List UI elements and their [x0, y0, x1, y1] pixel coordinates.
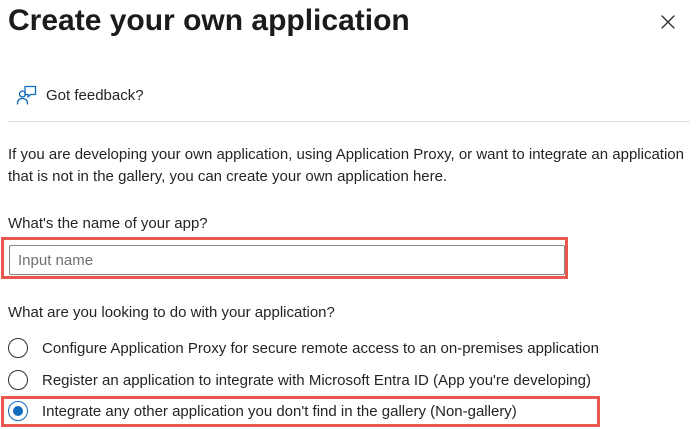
radio-label: Configure Application Proxy for secure r…: [42, 339, 599, 357]
intro-text: If you are developing your own applicati…: [8, 146, 684, 185]
feedback-link[interactable]: Got feedback?: [16, 84, 144, 106]
close-button[interactable]: [656, 10, 680, 34]
feedback-label: Got feedback?: [46, 86, 144, 104]
radio-button-selected[interactable]: [8, 401, 28, 421]
radio-dot: [12, 405, 23, 416]
app-name-input[interactable]: [9, 245, 565, 275]
feedback-person-icon: [16, 85, 37, 105]
divider: [8, 121, 690, 122]
radio-label: Register an application to integrate wit…: [42, 371, 591, 389]
create-app-dialog: Create your own application Got feedback…: [0, 0, 696, 430]
page-title: Create your own application: [8, 4, 410, 37]
radio-option-register-app[interactable]: Register an application to integrate wit…: [8, 368, 591, 392]
radio-button[interactable]: [8, 370, 28, 390]
radio-label: Integrate any other application you don'…: [42, 402, 517, 420]
radio-option-app-proxy[interactable]: Configure Application Proxy for secure r…: [8, 336, 599, 360]
app-name-label: What's the name of your app?: [8, 215, 208, 232]
purpose-question: What are you looking to do with your app…: [8, 304, 335, 321]
radio-option-non-gallery[interactable]: Integrate any other application you don'…: [8, 399, 517, 423]
close-icon: [661, 15, 675, 29]
radio-button[interactable]: [8, 338, 28, 358]
